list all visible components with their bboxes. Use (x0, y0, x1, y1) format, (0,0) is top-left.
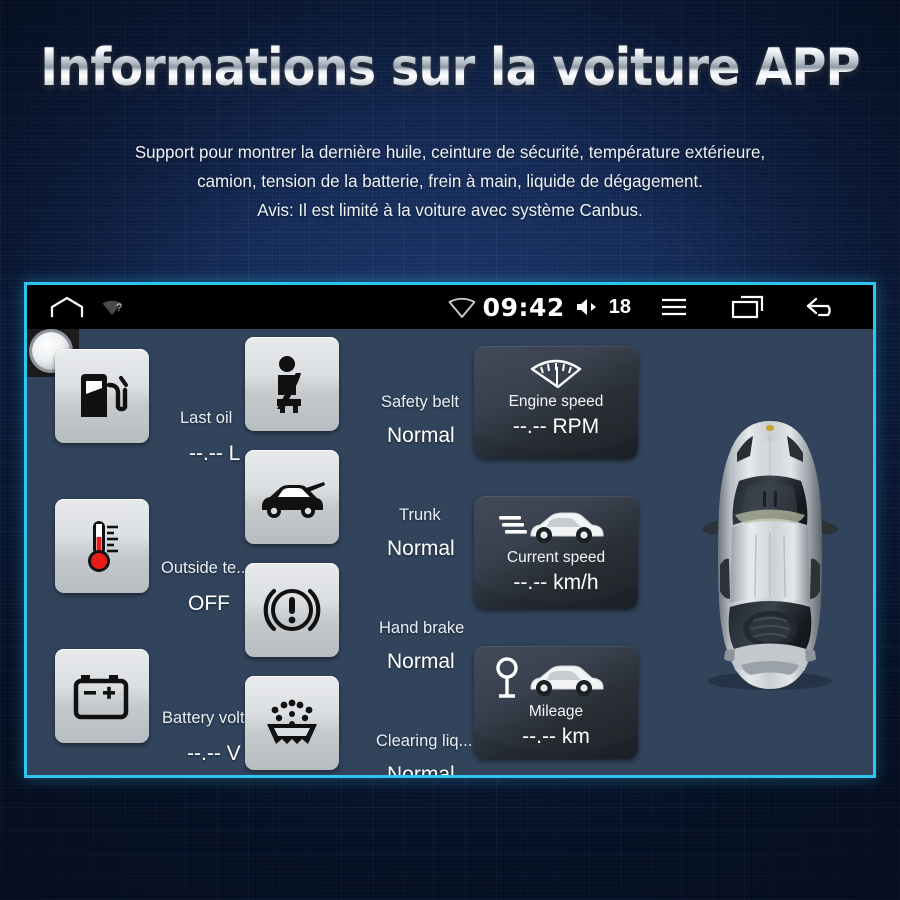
gauge-label-engine-speed: Engine speed (508, 393, 604, 410)
indicator-value-safety-belt: Normal (387, 424, 455, 447)
indicator-label-battery: Battery volt... (162, 709, 259, 727)
battery-icon[interactable] (55, 649, 149, 743)
speed-car-icon (474, 506, 638, 546)
menu-icon[interactable] (637, 294, 711, 320)
indicator-value-trunk: Normal (387, 537, 455, 560)
indicator-label-trunk: Trunk (399, 506, 441, 524)
indicator-value-battery: --.-- V (187, 742, 241, 765)
indicator-label-hand-brake: Hand brake (379, 619, 465, 637)
tachometer-icon (474, 353, 638, 395)
milestone-car-icon (474, 655, 638, 701)
indicator-value-last-oil: --.-- L (189, 442, 241, 465)
gauge-card-mileage[interactable]: Mileage --.-- km (474, 646, 638, 759)
status-bar: ? 09:42 18 (27, 285, 873, 329)
clock: 09:42 (482, 292, 565, 322)
signal-question-icon[interactable]: ? (101, 296, 123, 318)
gauge-value-current-speed: --.-- km/h (513, 571, 599, 594)
volume-level: 18 (608, 295, 631, 318)
gauge-card-engine-speed[interactable]: Engine speed --.-- RPM (474, 346, 638, 459)
subtitle-line-1: Support pour montrer la dernière huile, … (134, 142, 766, 162)
indicator-label-last-oil: Last oil (180, 409, 233, 427)
car-top-view-image (685, 415, 855, 695)
indicator-value-hand-brake: Normal (387, 650, 455, 673)
head-unit-screen: ? 09:42 18 Last oil --.-- L Outside te..… (24, 282, 876, 778)
gauge-value-mileage: --.-- km (522, 725, 590, 748)
svg-text:?: ? (116, 302, 122, 314)
thermometer-icon[interactable] (55, 499, 149, 593)
page-subtitle: Support pour montrer la dernière huile, … (14, 138, 887, 225)
gauge-value-engine-speed: --.-- RPM (512, 415, 600, 438)
gauge-card-current-speed[interactable]: Current speed --.-- km/h (474, 496, 638, 609)
indicator-value-outside-temp: OFF (188, 592, 230, 615)
indicator-label-clearing-liquid: Clearing liq... (376, 732, 473, 750)
gauge-label-mileage: Mileage (528, 703, 584, 720)
subtitle-line-3: Avis: Il est limité à la voiture avec sy… (257, 200, 643, 220)
back-icon[interactable] (785, 293, 859, 321)
page-title: Informations sur la voiture APP (36, 42, 864, 94)
recents-icon[interactable] (711, 293, 785, 321)
fuel-pump-icon[interactable] (55, 349, 149, 443)
wifi-icon[interactable] (447, 294, 477, 320)
gauge-label-current-speed: Current speed (506, 549, 606, 566)
subtitle-line-2: camion, tension de la batterie, frein à … (197, 171, 703, 191)
car-info-app: Last oil --.-- L Outside te... OFF Batte… (27, 329, 873, 775)
home-icon[interactable] (49, 295, 85, 319)
washer-fluid-icon[interactable] (245, 676, 339, 770)
volume-icon[interactable] (575, 296, 601, 318)
indicator-label-safety-belt: Safety belt (381, 393, 459, 411)
indicator-value-clearing-liquid: Normal (387, 763, 455, 778)
indicator-label-outside-temp: Outside te... (161, 559, 250, 577)
seatbelt-icon[interactable] (245, 337, 339, 431)
hand-brake-icon[interactable] (245, 563, 339, 657)
trunk-open-icon[interactable] (245, 450, 339, 544)
